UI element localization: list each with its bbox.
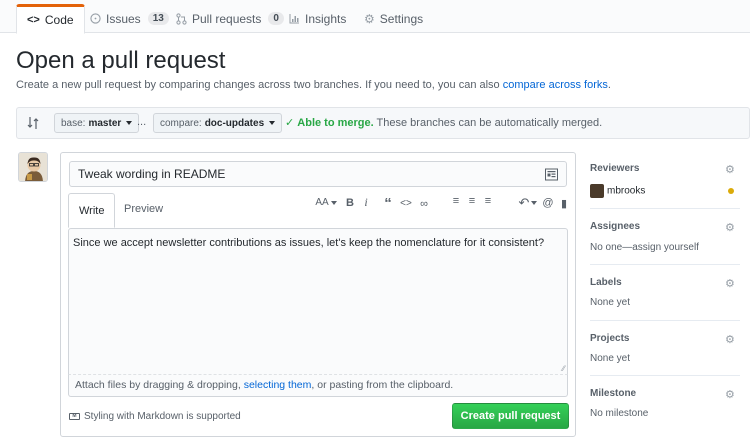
tab-code-label: Code: [44, 13, 74, 27]
file-attachment-bar[interactable]: Attach files by dragging & dropping, sel…: [68, 375, 568, 397]
gear-icon[interactable]: ⚙: [725, 223, 736, 234]
chevron-down-icon: [126, 121, 133, 125]
saved-replies-icon[interactable]: [545, 168, 558, 181]
comment-body-value: Since we accept newsletter contributions…: [73, 237, 545, 249]
pull-request-icon: [176, 12, 187, 25]
base-branch-select[interactable]: base: master: [54, 113, 140, 133]
ordered-list-icon[interactable]: ≡: [465, 195, 479, 207]
merge-ok-text: Able to merge.: [297, 117, 374, 129]
milestone-value: No milestone: [590, 408, 649, 419]
graph-icon: [289, 14, 299, 24]
markdown-toolbar-lists: ≡ ≡ ≡: [447, 195, 495, 207]
tab-pull-requests-label: Pull requests: [192, 11, 262, 26]
milestone-heading[interactable]: Milestone: [590, 388, 636, 399]
labels-heading[interactable]: Labels: [590, 277, 622, 288]
sidebar-reviewers: Reviewers ⚙ mbrooks: [590, 152, 740, 209]
tab-issues[interactable]: Issues 13: [80, 4, 179, 33]
sidebar-milestone: Milestone ⚙ No milestone: [590, 376, 740, 431]
subtitle-text: Create a new pull request by comparing c…: [16, 79, 500, 91]
bookmark-icon[interactable]: ▮: [557, 197, 571, 210]
title-input[interactable]: Tweak wording in README: [69, 161, 567, 187]
create-pull-request-button[interactable]: Create pull request: [452, 403, 569, 429]
compare-range-bar: base: master ... compare: doc-updates ✓ …: [16, 107, 750, 139]
header-text-icon[interactable]: AA: [313, 197, 331, 208]
page-title: Open a pull request: [16, 47, 226, 74]
projects-heading[interactable]: Projects: [590, 333, 629, 344]
pull-request-composer: Tweak wording in README Write Preview AA…: [60, 152, 576, 437]
tab-insights-label: Insights: [305, 11, 347, 26]
markdown-hint-text: Styling with Markdown is supported: [84, 411, 241, 422]
tab-insights[interactable]: Insights: [279, 4, 356, 33]
merge-status: ✓ Able to merge. These branches can be a…: [285, 116, 602, 129]
select-files-link[interactable]: selecting them: [244, 379, 312, 391]
italic-icon[interactable]: i: [359, 195, 373, 210]
compare-branch-value: doc-updates: [204, 117, 265, 129]
chevron-down-icon: [531, 201, 537, 205]
chevron-down-icon: [269, 121, 276, 125]
reviewers-heading[interactable]: Reviewers: [590, 163, 639, 174]
range-dots: ...: [137, 116, 147, 128]
resize-handle-icon[interactable]: ∕∕: [562, 364, 565, 373]
tab-settings-label: Settings: [379, 11, 424, 26]
reply-icon[interactable]: ↶: [517, 195, 531, 211]
markdown-toolbar-extra: ↶ @ ▮: [515, 195, 571, 211]
tab-issues-label: Issues: [106, 11, 141, 26]
markdown-icon: M: [69, 413, 80, 420]
gear-icon[interactable]: ⚙: [725, 165, 736, 176]
page-subtitle: Create a new pull request by comparing c…: [16, 79, 611, 91]
comment-body-textarea[interactable]: Since we accept newsletter contributions…: [68, 228, 568, 375]
gear-icon[interactable]: ⚙: [725, 390, 736, 401]
tab-settings[interactable]: ⚙ Settings: [354, 4, 433, 33]
user-avatar-icon: [19, 153, 47, 181]
tab-pull-requests[interactable]: Pull requests 0: [166, 4, 294, 33]
labels-value: None yet: [590, 297, 631, 308]
sidebar-labels: Labels ⚙ None yet: [590, 265, 740, 321]
title-input-value: Tweak wording in README: [78, 167, 226, 181]
compare-arrows-icon[interactable]: [27, 116, 39, 130]
gear-icon[interactable]: ⚙: [725, 335, 736, 346]
quote-icon[interactable]: “: [381, 195, 395, 212]
projects-value: None yet: [590, 353, 631, 364]
code-icon[interactable]: <>: [397, 198, 415, 209]
link-icon[interactable]: ∞: [417, 198, 431, 210]
markdown-toolbar-insert: “ <> ∞: [379, 195, 431, 212]
gear-icon[interactable]: ⚙: [725, 279, 736, 290]
attach-text-before: Attach files by dragging & dropping,: [75, 379, 244, 391]
attach-text-after: , or pasting from the clipboard.: [311, 379, 454, 391]
reviewer-avatar: [590, 184, 604, 198]
assignees-heading[interactable]: Assignees: [590, 221, 640, 232]
tab-preview[interactable]: Preview: [114, 193, 173, 225]
gear-icon: ⚙: [364, 11, 375, 26]
bold-icon[interactable]: B: [343, 197, 357, 209]
compare-label: compare:: [160, 117, 202, 129]
chevron-down-icon: [331, 200, 337, 205]
repo-nav: <> Code Issues 13 Pull requests 0 Insigh…: [0, 0, 750, 34]
merge-status-text: These branches can be automatically merg…: [376, 117, 603, 129]
task-list-icon[interactable]: ≡: [481, 195, 495, 207]
sidebar-assignees: Assignees ⚙ No one—assign yourself: [590, 209, 740, 265]
markdown-hint[interactable]: M Styling with Markdown is supported: [69, 411, 241, 422]
markdown-toolbar: AA B i: [311, 195, 373, 210]
base-branch-value: master: [88, 117, 122, 129]
avatar[interactable]: [18, 152, 48, 182]
check-icon: ✓: [285, 117, 295, 129]
assignees-value[interactable]: No one—assign yourself: [590, 242, 699, 253]
sidebar-projects: Projects ⚙ None yet: [590, 321, 740, 376]
subtitle-end: .: [607, 79, 611, 91]
tab-write[interactable]: Write: [68, 193, 116, 228]
issue-icon: [90, 13, 101, 24]
unordered-list-icon[interactable]: ≡: [449, 195, 463, 207]
mention-icon[interactable]: @: [541, 197, 555, 209]
compare-branch-select[interactable]: compare: doc-updates: [153, 113, 283, 133]
reviewer-name: mbrooks: [607, 185, 646, 197]
review-pending-dot: [728, 188, 734, 194]
reviewer-item[interactable]: mbrooks: [590, 184, 645, 198]
base-label: base:: [61, 117, 86, 129]
tab-code[interactable]: <> Code: [16, 4, 85, 34]
compare-across-forks-link[interactable]: compare across forks: [503, 79, 608, 91]
code-icon: <>: [27, 14, 40, 26]
